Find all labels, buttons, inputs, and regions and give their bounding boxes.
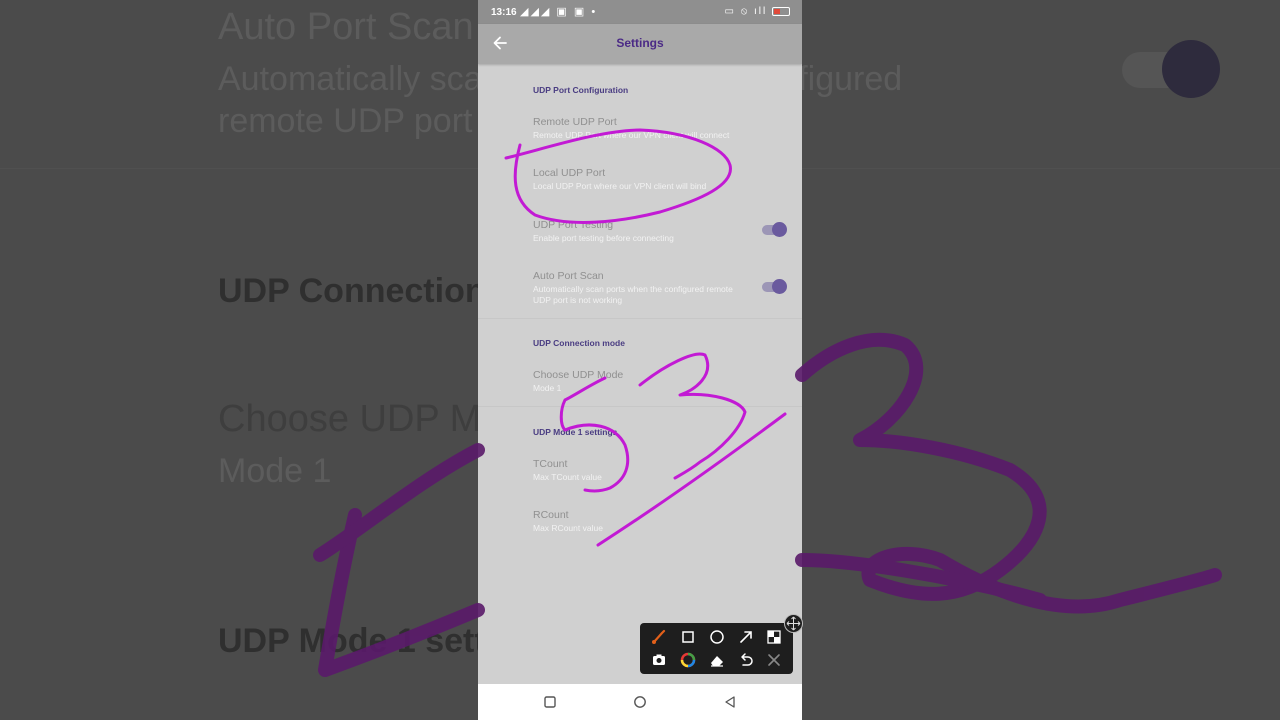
status-time: 13:16	[491, 7, 517, 18]
divider	[478, 406, 802, 407]
status-bar: 13:16 ◢◢◢ ▣ ▣ • ▭ ⦸ ıll	[478, 0, 802, 24]
toggle-knob	[772, 222, 787, 237]
color-wheel-icon[interactable]	[678, 650, 698, 670]
undo-icon[interactable]	[736, 650, 756, 670]
eraser-icon[interactable]	[707, 650, 727, 670]
notification-icons: ◢◢◢ ▣ ▣ •	[520, 6, 598, 18]
section-udp-connection-mode: UDP Connection mode	[533, 338, 625, 348]
circle-icon[interactable]	[707, 627, 727, 647]
setting-label: TCount	[533, 458, 568, 470]
arrow-icon[interactable]	[736, 627, 756, 647]
page-title: Settings	[616, 36, 664, 50]
setting-udp-port-testing[interactable]: UDP Port Testing Enable port testing bef…	[478, 219, 802, 259]
move-handle-icon[interactable]	[784, 614, 803, 633]
recents-icon[interactable]	[543, 695, 557, 709]
setting-auto-port-scan[interactable]: Auto Port Scan Automatically scan ports …	[478, 270, 802, 318]
setting-description: Remote UDP Port where our VPN client wil…	[533, 130, 730, 140]
navigation-bar	[478, 684, 802, 720]
setting-description: Automatically scan ports when the config…	[533, 284, 733, 305]
bg-toggle-knob	[1162, 40, 1220, 98]
setting-description: Max TCount value	[533, 472, 602, 482]
setting-remote-udp-port[interactable]: Remote UDP Port Remote UDP Port where ou…	[478, 116, 802, 156]
setting-label: Auto Port Scan	[533, 270, 604, 282]
bg-choose-mode-value: Mode 1	[218, 452, 332, 490]
system-status-icons: ▭ ⦸ ıll	[724, 6, 768, 17]
home-icon[interactable]	[633, 695, 647, 709]
setting-tcount[interactable]: TCount Max TCount value	[478, 458, 802, 494]
setting-label: Choose UDP Mode	[533, 369, 624, 381]
rectangle-icon[interactable]	[678, 627, 698, 647]
setting-label: UDP Port Testing	[533, 219, 614, 231]
phone-screen: 13:16 ◢◢◢ ▣ ▣ • ▭ ⦸ ıll Settings UDP Por…	[478, 0, 802, 720]
setting-rcount[interactable]: RCount Max RCount value	[478, 509, 802, 545]
setting-label: Local UDP Port	[533, 167, 606, 179]
setting-description: Max RCount value	[533, 523, 603, 533]
nav-back-icon[interactable]	[723, 695, 737, 709]
setting-choose-udp-mode[interactable]: Choose UDP Mode Mode 1	[478, 369, 802, 405]
mosaic-icon[interactable]	[764, 627, 784, 647]
divider	[478, 318, 802, 319]
setting-label: Remote UDP Port	[533, 116, 617, 128]
section-udp-mode1-settings: UDP Mode 1 settings	[533, 427, 618, 437]
auto-port-scan-toggle[interactable]	[762, 279, 787, 294]
setting-description: Mode 1	[533, 383, 562, 393]
setting-description: Local UDP Port where our VPN client will…	[533, 181, 707, 191]
brush-icon[interactable]	[649, 627, 669, 647]
section-udp-port-config: UDP Port Configuration	[533, 85, 629, 95]
drawing-toolbar	[640, 623, 793, 674]
setting-local-udp-port[interactable]: Local UDP Port Local UDP Port where our …	[478, 167, 802, 207]
setting-label: RCount	[533, 509, 569, 521]
port-testing-toggle[interactable]	[762, 222, 787, 237]
settings-list: UDP Port Configuration Remote UDP Port R…	[478, 64, 802, 684]
setting-description: Enable port testing before connecting	[533, 233, 674, 243]
bg-auto-port-scan-title: Auto Port Scan	[218, 6, 474, 48]
camera-icon[interactable]	[649, 650, 669, 670]
toggle-knob	[772, 279, 787, 294]
system-icons: ▭ ⦸ ıll	[724, 6, 790, 17]
close-icon[interactable]	[764, 650, 784, 670]
app-bar: Settings	[478, 24, 802, 64]
battery-icon	[772, 6, 790, 16]
